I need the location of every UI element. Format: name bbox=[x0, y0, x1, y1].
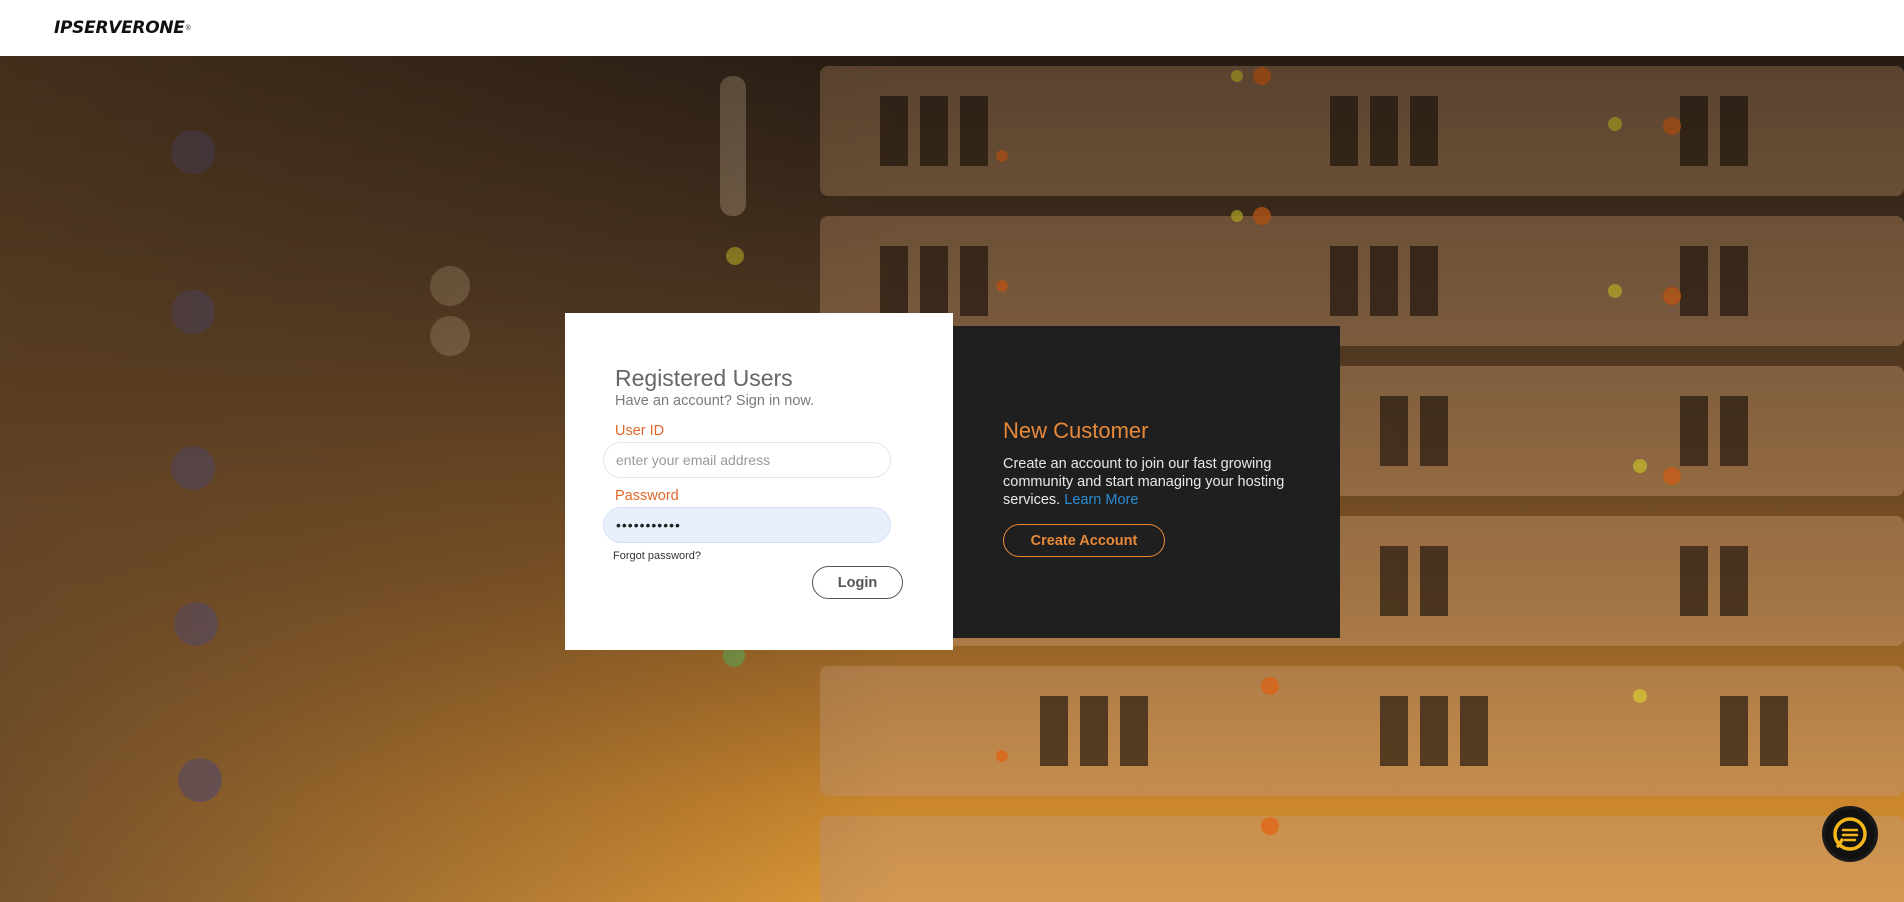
learn-more-link[interactable]: Learn More bbox=[1064, 492, 1138, 508]
forgot-password-link[interactable]: Forgot password? bbox=[613, 550, 903, 562]
registered-mark: ® bbox=[185, 24, 191, 32]
user-id-input[interactable] bbox=[603, 442, 891, 478]
new-customer-title: New Customer bbox=[1003, 418, 1149, 443]
user-id-label: User ID bbox=[615, 423, 665, 439]
new-customer-description: Create an account to join our fast growi… bbox=[1003, 455, 1303, 509]
login-button[interactable]: Login bbox=[812, 566, 903, 599]
new-customer-text: Create an account to join our fast growi… bbox=[1003, 456, 1285, 508]
create-account-button[interactable]: Create Account bbox=[1003, 524, 1165, 557]
login-title: Registered Users bbox=[615, 365, 793, 391]
new-customer-panel: New Customer Create an account to join o… bbox=[953, 326, 1340, 638]
password-input[interactable] bbox=[603, 507, 891, 543]
login-subtitle: Have an account? Sign in now. bbox=[615, 393, 815, 409]
brand-logo[interactable]: IPSERVERONE ® bbox=[54, 18, 191, 38]
password-label: Password bbox=[615, 488, 679, 504]
top-header: IPSERVERONE ® bbox=[0, 0, 1904, 56]
chat-widget-button[interactable] bbox=[1822, 806, 1878, 862]
chat-icon bbox=[1833, 817, 1867, 851]
registered-users-panel: Registered Users Have an account? Sign i… bbox=[565, 313, 953, 650]
logo-text: IPSERVERONE bbox=[54, 18, 185, 38]
